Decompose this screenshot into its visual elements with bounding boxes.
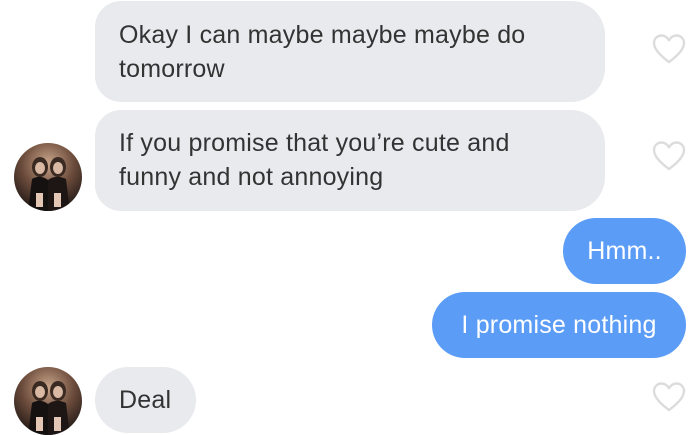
message-bubble-incoming[interactable]: If you promise that you’re cute and funn… [95, 110, 605, 211]
message-bubble-outgoing[interactable]: I promise nothing [432, 292, 686, 358]
message-line: tomorrow [119, 55, 225, 83]
message-text: Hmm.. [587, 237, 662, 265]
avatar[interactable] [14, 143, 82, 211]
message-line: Okay I can maybe maybe maybe do [119, 21, 526, 49]
avatar-photo [14, 367, 82, 435]
avatar[interactable] [14, 367, 82, 435]
message-line: funny and not annoying [119, 163, 384, 191]
message-line: If you promise that you’re cute and [119, 129, 510, 157]
message-bubble-incoming[interactable]: Deal [95, 367, 196, 433]
heart-icon[interactable] [652, 382, 686, 412]
message-bubble-outgoing[interactable]: Hmm.. [563, 218, 686, 284]
avatar-photo [14, 143, 82, 211]
message-text: I promise nothing [461, 311, 657, 339]
message-bubble-incoming[interactable]: Okay I can maybe maybe maybe do tomorrow [95, 1, 605, 102]
message-text: Deal [119, 386, 172, 414]
heart-icon[interactable] [652, 34, 686, 64]
heart-icon[interactable] [652, 141, 686, 171]
